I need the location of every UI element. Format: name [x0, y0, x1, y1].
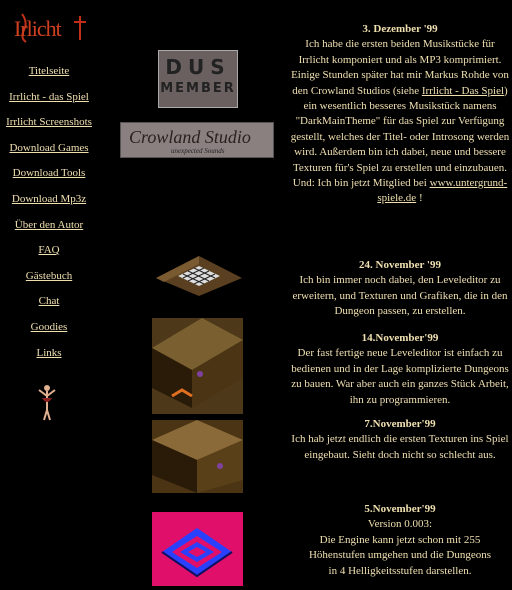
news-body: Ich habe die ersten beiden Musikstücke f…: [290, 37, 510, 206]
news-item-nov-24: 24. November '99 Ich bin immer noch dabe…: [290, 258, 510, 320]
news-text-part: !: [416, 192, 423, 205]
nav-link-download-tools[interactable]: Download Tools: [0, 160, 98, 186]
dus-badge-line1: DUS: [165, 55, 231, 79]
screenshot-checkerboard-room[interactable]: [156, 250, 242, 296]
irrlicht-logo[interactable]: Irlicht: [10, 10, 90, 43]
nav-link-screenshots[interactable]: Irrlicht Screenshots: [0, 109, 98, 135]
nav-link-download-games[interactable]: Download Games: [0, 135, 98, 161]
news-date: 7.November'99: [364, 418, 436, 430]
nav-link-links[interactable]: Links: [0, 340, 98, 366]
news-text-part: Und: Ich bin jetzt Mitglied bei: [292, 177, 430, 190]
nav-link-titelseite[interactable]: Titelseite: [0, 58, 98, 84]
fairy-figure-icon: [38, 385, 56, 421]
nav-link-goodies[interactable]: Goodies: [0, 314, 98, 340]
crowland-studio-badge[interactable]: Crowland Studio unexpected Sounds: [120, 122, 274, 158]
news-body: Ich bin immer noch dabei, den Leveledito…: [292, 274, 508, 318]
nav-link-gaestebuch[interactable]: Gästebuch: [0, 263, 98, 289]
nav-link-download-mp3z[interactable]: Download Mp3z: [0, 186, 98, 212]
news-body-line: Die Engine kann jetzt schon mit 255: [319, 533, 481, 546]
news-item-dec-3: 3. Dezember '99 Ich habe die ersten beid…: [290, 22, 510, 207]
dus-member-badge[interactable]: DUS MEMBER: [158, 50, 238, 108]
news-text-part: ) ein wesentlich besseres Musikstück nam…: [290, 84, 510, 174]
news-date: 14.November'99: [361, 332, 439, 344]
nav-link-chat[interactable]: Chat: [0, 288, 98, 314]
news-date: 5.November'99: [364, 503, 436, 515]
screenshot-textured-dungeon[interactable]: [152, 420, 243, 493]
news-date: 3. Dezember '99: [362, 23, 438, 35]
news-item-nov-14: 14.November'99 Der fast fertige neue Lev…: [290, 331, 510, 408]
main-navigation: Titelseite Irrlicht - das Spiel Irrlicht…: [0, 58, 98, 365]
news-body-line: Höhenstufen umgehen und die Dungeons: [308, 549, 492, 562]
nav-link-faq[interactable]: FAQ: [0, 237, 98, 263]
logo-text: Irlicht: [14, 16, 62, 41]
crowland-badge-title: Crowland Studio: [129, 127, 251, 147]
screenshot-height-levels[interactable]: [152, 512, 243, 586]
dus-badge-line2: MEMBER: [160, 81, 236, 96]
news-body-line: in 4 Helligkeitsstufen darstellen.: [328, 564, 472, 577]
link-irrlicht-spiel[interactable]: Irrlicht - Das Spiel: [422, 85, 504, 97]
news-item-nov-5: 5.November'99 Version 0.003: Die Engine …: [290, 502, 510, 579]
news-version: Version 0.003:: [367, 518, 433, 531]
news-body: Ich hab jetzt endlich die ersten Texture…: [291, 433, 509, 461]
screenshot-leveleditor-dungeon[interactable]: [152, 318, 243, 414]
news-date: 24. November '99: [359, 259, 441, 271]
nav-link-spiel[interactable]: Irrlicht - das Spiel: [0, 84, 98, 110]
crowland-badge-subtitle: unexpected Sounds: [171, 147, 225, 155]
news-item-nov-7: 7.November'99 Ich hab jetzt endlich die …: [290, 417, 510, 463]
news-body: Der fast fertige neue Leveleditor ist ei…: [291, 347, 509, 406]
nav-link-autor[interactable]: Über den Autor: [0, 212, 98, 238]
